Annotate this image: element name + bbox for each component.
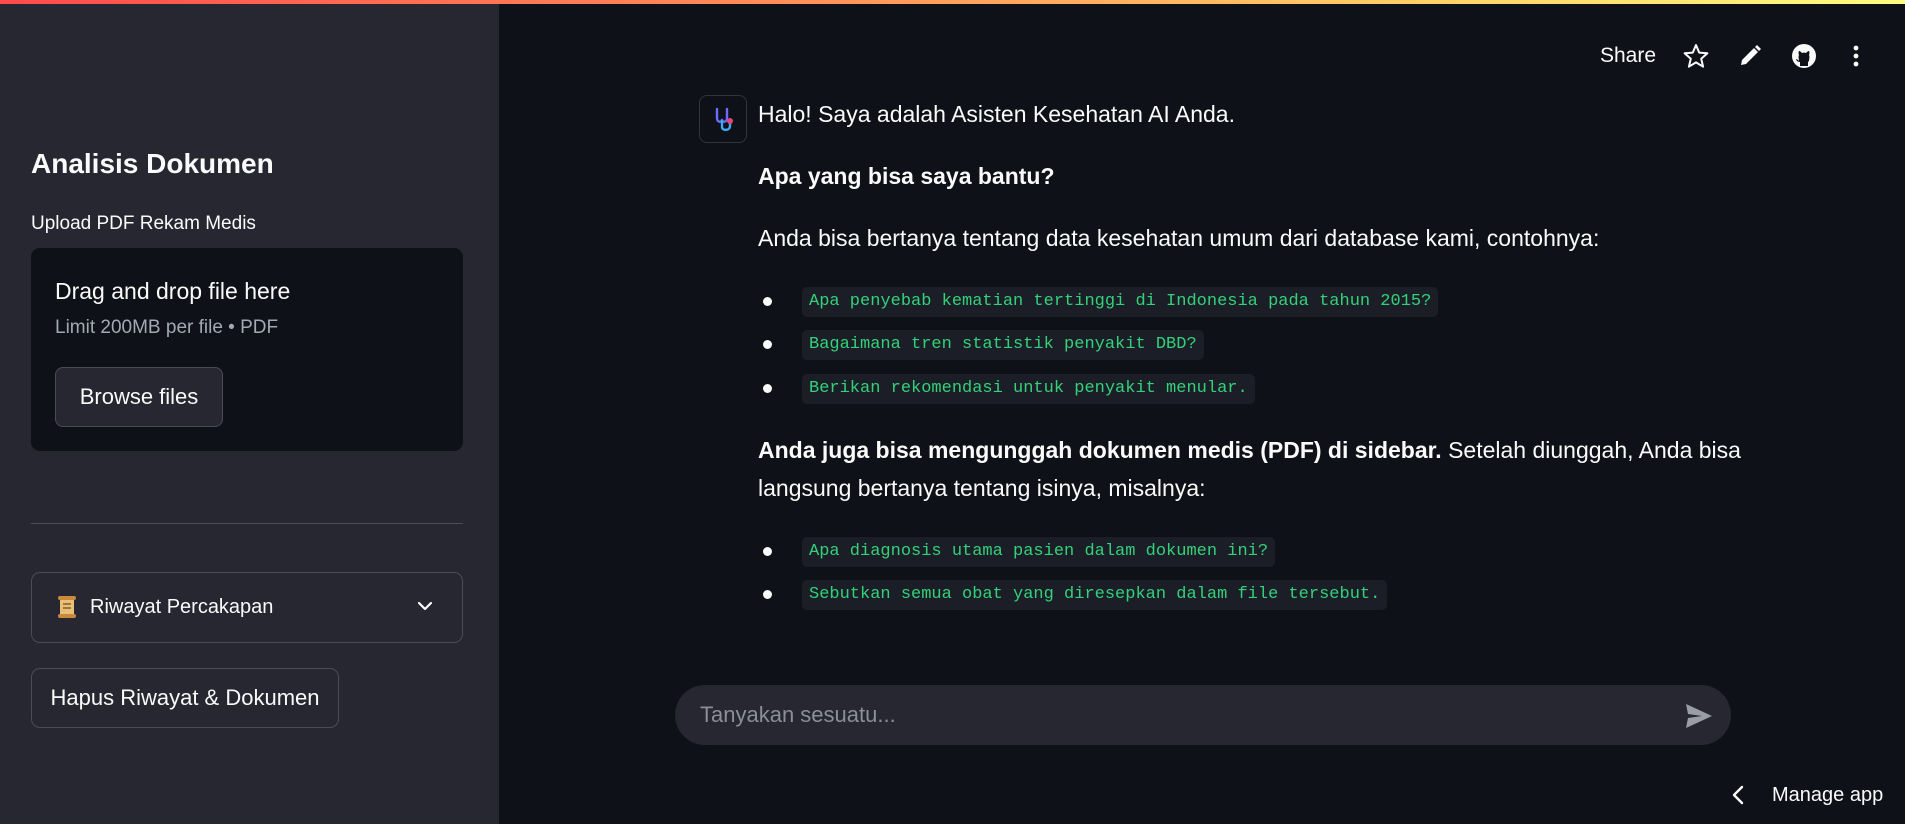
github-icon[interactable] <box>1790 42 1818 70</box>
sidebar-divider <box>31 523 463 524</box>
bullet-dot <box>763 340 772 349</box>
browse-files-button[interactable]: Browse files <box>55 367 223 427</box>
assistant-avatar <box>699 95 747 143</box>
bullet-dot <box>763 384 772 393</box>
stethoscope-icon <box>715 107 733 132</box>
example-question-pdf: Apa diagnosis utama pasien dalam dokumen… <box>802 537 1276 567</box>
dropzone-title: Drag and drop file here <box>55 278 291 304</box>
upload-label: Upload PDF Rekam Medis <box>31 213 256 234</box>
history-expander[interactable]: Riwayat Percakapan <box>31 572 463 643</box>
more-vert-icon[interactable] <box>1842 42 1870 70</box>
help-heading: Apa yang bisa saya bantu? <box>758 163 1055 189</box>
send-icon[interactable] <box>1684 702 1714 730</box>
intro-text: Anda bisa bertanya tentang data kesehata… <box>758 225 1600 251</box>
clear-history-button[interactable]: Hapus Riwayat & Dokumen <box>31 668 339 728</box>
bullet-dot <box>763 547 772 556</box>
sidebar: Analisis Dokumen Upload PDF Rekam Medis … <box>0 0 499 824</box>
star-icon[interactable] <box>1682 42 1710 70</box>
sidebar-title: Analisis Dokumen <box>31 148 274 179</box>
bullet-dot <box>763 297 772 306</box>
history-expander-label: Riwayat Percakapan <box>90 596 274 618</box>
chat-input[interactable] <box>675 685 1731 745</box>
share-button[interactable]: Share <box>1600 44 1656 68</box>
top-decoration-bar <box>0 0 1905 4</box>
example-question-pdf: Sebutkan semua obat yang diresepkan dala… <box>802 580 1388 610</box>
bullet-dot <box>763 590 772 599</box>
example-question-db: Apa penyebab kematian tertinggi di Indon… <box>802 287 1439 317</box>
chevron-down-icon[interactable] <box>416 597 434 615</box>
pdf-info-line1: Anda juga bisa mengunggah dokumen medis … <box>758 437 1741 464</box>
greeting-text: Halo! Saya adalah Asisten Kesehatan AI A… <box>758 101 1235 127</box>
dropzone-limit: Limit 200MB per file • PDF <box>55 317 279 338</box>
manage-app-button[interactable]: Manage app <box>1772 784 1883 807</box>
scroll-icon <box>58 596 76 618</box>
file-dropzone[interactable]: Drag and drop file here Limit 200MB per … <box>31 248 463 451</box>
pencil-icon[interactable] <box>1736 42 1764 70</box>
chevron-left-icon[interactable] <box>1730 784 1746 806</box>
pdf-info-rest: Setelah diunggah, Anda bisa <box>1441 437 1741 463</box>
pdf-info-line2: langsung bertanya tentang isinya, misaln… <box>758 475 1206 501</box>
example-question-db: Bagaimana tren statistik penyakit DBD? <box>802 330 1204 360</box>
example-question-db: Berikan rekomendasi untuk penyakit menul… <box>802 374 1255 404</box>
pdf-info-bold: Anda juga bisa mengunggah dokumen medis … <box>758 437 1442 463</box>
